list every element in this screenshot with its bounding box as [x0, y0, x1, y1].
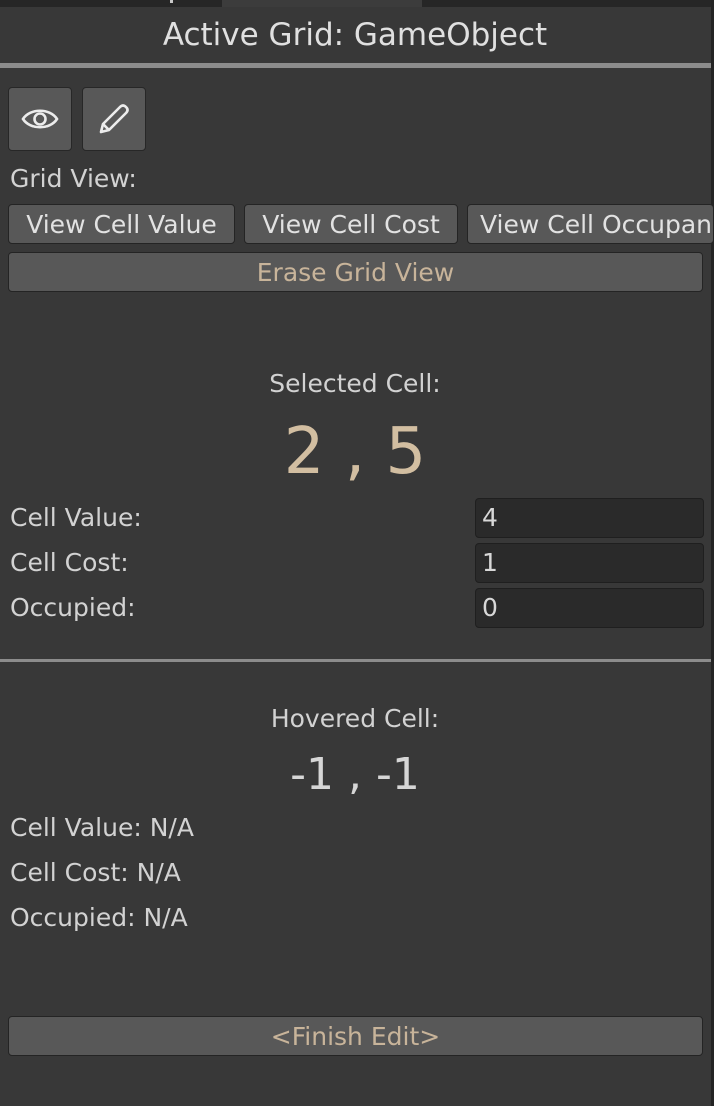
- selected-cell-value-label: Cell Value:: [10, 503, 142, 532]
- selected-cell-coords: 2 , 5: [283, 415, 427, 489]
- edit-mode-button[interactable]: [82, 87, 146, 151]
- hovered-cell-cost: Cell Cost: N/A: [10, 858, 181, 887]
- pencil-icon: [99, 104, 129, 134]
- hovered-cell-heading: Hovered Cell:: [270, 704, 440, 733]
- tab-edge-mark: [170, 0, 173, 3]
- selected-cell-heading: Selected Cell:: [269, 369, 441, 398]
- hovered-cell-coords: -1 , -1: [290, 749, 420, 800]
- section-divider: [0, 659, 711, 662]
- view-cell-occupancy-button[interactable]: View Cell Occupancy: [467, 204, 714, 244]
- title-divider: [0, 63, 711, 68]
- eye-icon: [21, 109, 59, 129]
- hovered-occupied: Occupied: N/A: [10, 903, 188, 932]
- cell-value-field[interactable]: 4: [475, 498, 704, 538]
- erase-grid-view-button[interactable]: Erase Grid View: [8, 252, 703, 292]
- cell-cost-field[interactable]: 1: [475, 543, 704, 583]
- hovered-cell-value: Cell Value: N/A: [10, 813, 194, 842]
- active-tab-hint[interactable]: [222, 0, 422, 7]
- grid-view-label: Grid View:: [10, 164, 137, 193]
- selected-occupied-label: Occupied:: [10, 593, 136, 622]
- finish-edit-button[interactable]: <Finish Edit>: [8, 1016, 703, 1056]
- selected-cell-cost-label: Cell Cost:: [10, 548, 129, 577]
- view-mode-button[interactable]: [8, 87, 72, 151]
- view-cell-cost-button[interactable]: View Cell Cost: [244, 204, 458, 244]
- occupied-field[interactable]: 0: [475, 588, 704, 628]
- window-tab-strip: [0, 0, 714, 7]
- active-grid-title: Active Grid: GameObject: [162, 17, 548, 53]
- view-cell-value-button[interactable]: View Cell Value: [8, 204, 235, 244]
